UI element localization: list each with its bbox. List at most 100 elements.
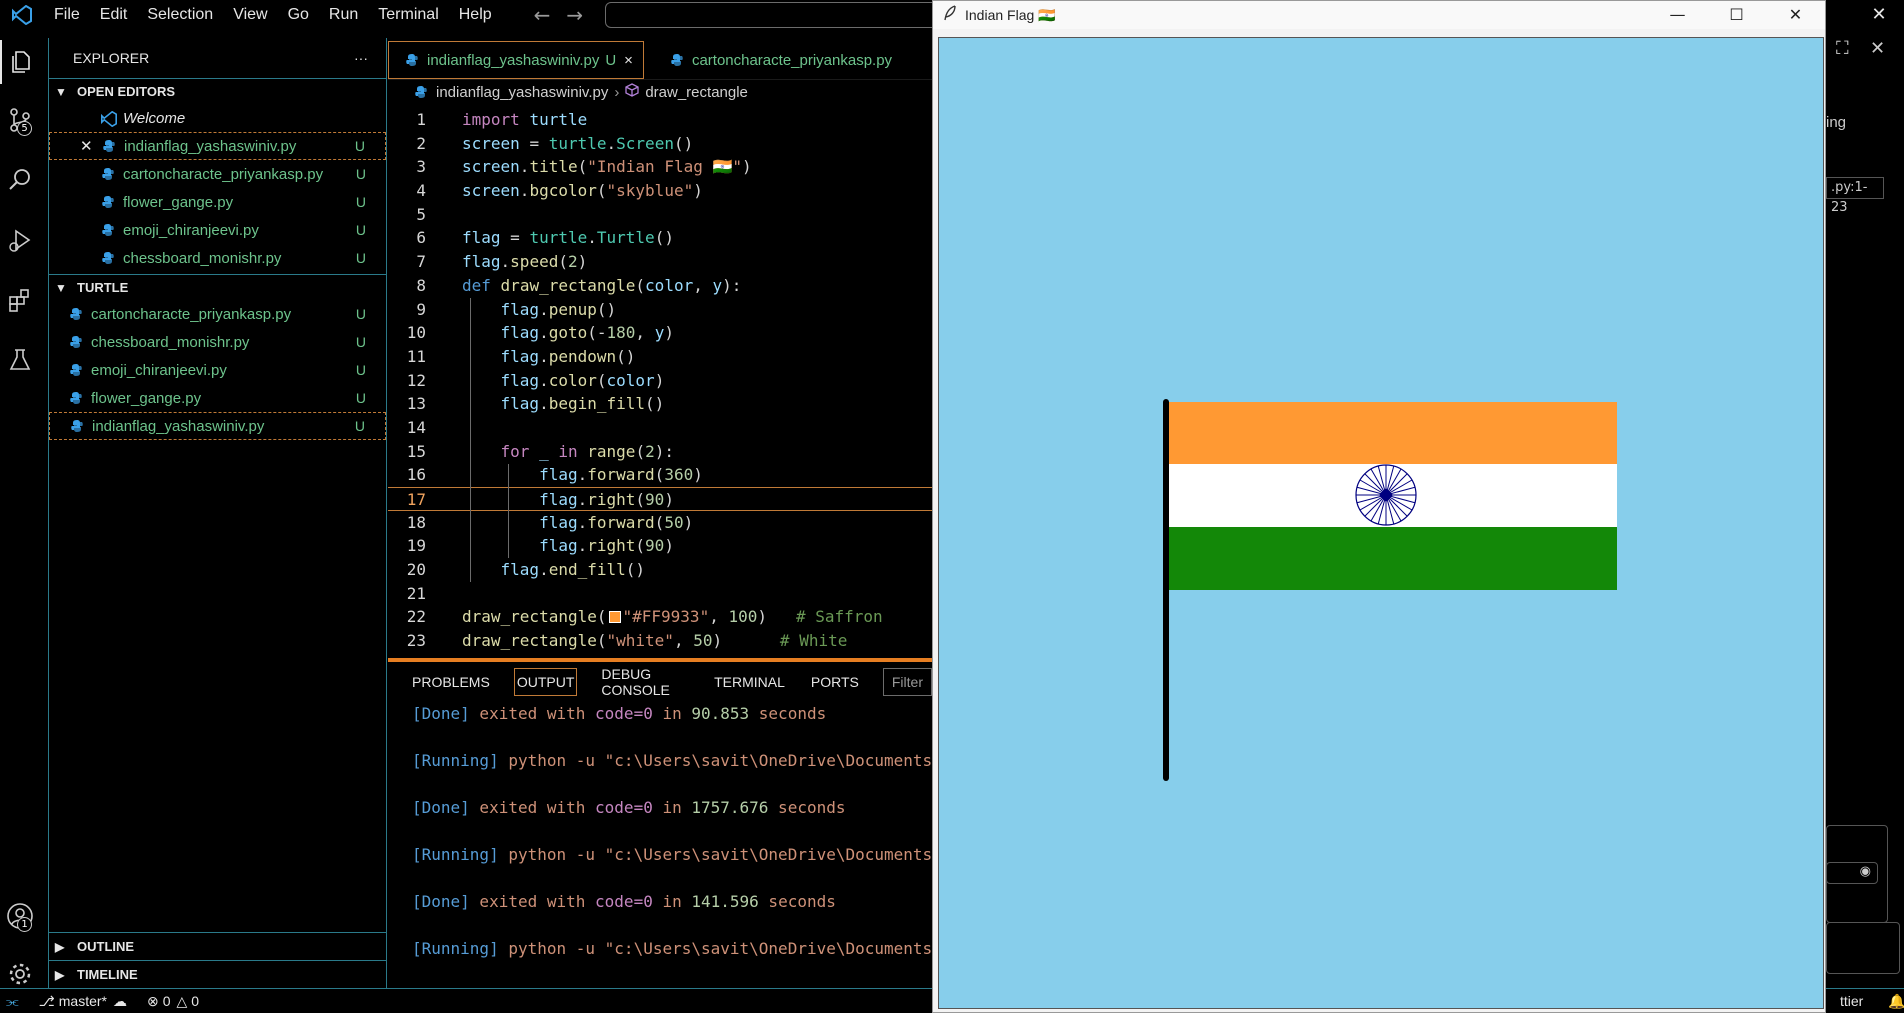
line-number: 23: [406, 631, 426, 651]
file-label: chessboard_monishr.py: [91, 333, 250, 351]
arrow-left-icon[interactable]: ←: [526, 0, 559, 30]
file-item[interactable]: cartoncharacte_priyankasp.py U: [49, 300, 386, 328]
maximize-icon[interactable]: ☐: [1707, 1, 1766, 29]
ashoka-chakra: [1355, 464, 1417, 526]
menu-terminal[interactable]: Terminal: [368, 0, 448, 30]
menu-go[interactable]: Go: [278, 0, 319, 30]
open-editor-item[interactable]: ✕ indianflag_yashaswiniv.py U: [49, 132, 386, 160]
code-line[interactable]: 5: [388, 203, 932, 227]
menu-file[interactable]: File: [44, 0, 90, 30]
tab-cartoncharacte[interactable]: cartoncharacte_priyankasp.py: [654, 41, 902, 79]
code-text: screen = turtle.Screen(): [462, 133, 694, 153]
code-line[interactable]: 6 flag = turtle.Turtle(): [388, 226, 932, 250]
flag-saffron-band: [1169, 402, 1617, 464]
menu-view[interactable]: View: [223, 0, 277, 30]
error-count[interactable]: 0: [163, 993, 171, 1009]
output-exit-code: code=0: [595, 704, 653, 723]
tab-terminal[interactable]: TERMINAL: [712, 669, 787, 695]
bell-icon[interactable]: 🔔: [1888, 993, 1904, 1010]
source-control-icon[interactable]: 5: [0, 98, 40, 142]
file-item[interactable]: emoji_chiranjeevi.py U: [49, 356, 386, 384]
file-item[interactable]: chessboard_monishr.py U: [49, 328, 386, 356]
tab-indianflag[interactable]: indianflag_yashaswiniv.py U ×: [388, 41, 644, 79]
open-editor-item[interactable]: chessboard_monishr.py U: [49, 244, 386, 272]
code-line[interactable]: 8 def draw_rectangle(color, y):: [388, 274, 932, 298]
output-command: python -u "c:\Users\savit\OneDrive\Docum…: [498, 939, 933, 958]
arrow-right-icon[interactable]: →: [558, 0, 591, 30]
folder-label: TURTLE: [77, 280, 129, 295]
close-icon[interactable]: ✕: [1870, 38, 1885, 59]
tab-debug-console[interactable]: DEBUG CONSOLE: [599, 661, 690, 703]
output-line: [Running] python -u "c:\Users\savit\OneD…: [388, 937, 932, 984]
file-item[interactable]: indianflag_yashaswiniv.py U: [49, 412, 386, 440]
code-line[interactable]: 21: [388, 582, 932, 606]
indent-guide: [508, 463, 509, 559]
file-label: indianflag_yashaswiniv.py: [92, 417, 265, 435]
outline-header[interactable]: ▶ OUTLINE: [49, 932, 386, 960]
status-right-text[interactable]: ttier: [1840, 993, 1863, 1009]
remote-icon[interactable]: ⫘: [6, 993, 19, 1010]
open-editor-label: indianflag_yashaswiniv.py: [124, 137, 297, 155]
minimize-icon[interactable]: —: [1648, 1, 1707, 29]
breadcrumb-symbol[interactable]: draw_rectangle: [645, 84, 748, 101]
menu-help[interactable]: Help: [449, 0, 502, 30]
menu-run[interactable]: Run: [319, 0, 368, 30]
output-command: python -u "c:\Users\savit\OneDrive\Docum…: [498, 845, 933, 864]
turtle-canvas[interactable]: [938, 37, 1824, 1009]
maximize-icon[interactable]: ⛶: [1836, 38, 1849, 59]
sync-icon[interactable]: ☁: [113, 993, 127, 1010]
search-icon[interactable]: [0, 158, 40, 202]
open-editors-header[interactable]: ▼ OPEN EDITORS: [49, 78, 386, 104]
close-icon[interactable]: ✕: [80, 137, 102, 155]
explorer-files-icon[interactable]: [0, 40, 40, 84]
breadcrumb-file[interactable]: indianflag_yashaswiniv.py: [436, 84, 608, 101]
file-item[interactable]: flower_gange.py U: [49, 384, 386, 412]
open-editor-item[interactable]: cartoncharacte_priyankasp.py U: [49, 160, 386, 188]
code-lines[interactable]: 1 import turtle 2 screen = turtle.Screen() 3…: [388, 108, 932, 653]
line-number: 1: [416, 110, 426, 129]
code-text: flag.right(90): [539, 536, 674, 556]
line-number: 15: [406, 441, 426, 461]
open-editor-item[interactable]: Welcome: [49, 104, 386, 132]
close-icon[interactable]: ✕: [1766, 1, 1825, 29]
close-window-icon[interactable]: ✕: [1854, 0, 1904, 30]
code-line[interactable]: 22 draw_rectangle("#FF9933", 100) # Saffr…: [388, 605, 932, 629]
right-panel-input[interactable]: [1826, 922, 1900, 974]
run-debug-icon[interactable]: [0, 218, 40, 262]
color-swatch[interactable]: [608, 611, 621, 624]
tab-output[interactable]: OUTPUT: [513, 668, 578, 696]
accounts-icon[interactable]: 1: [0, 894, 40, 938]
tab-problems[interactable]: PROBLEMS: [410, 669, 492, 695]
code-line[interactable]: 2 screen = turtle.Screen(): [388, 132, 932, 156]
code-line[interactable]: 4 screen.bgcolor("skyblue"): [388, 179, 932, 203]
timeline-label: TIMELINE: [77, 967, 138, 982]
eye-toggle[interactable]: ◉: [1826, 862, 1878, 884]
python-file-icon: [69, 391, 83, 405]
output-tag: [Running]: [412, 845, 499, 864]
code-line[interactable]: 7 flag.speed(2): [388, 250, 932, 274]
code-line[interactable]: 1 import turtle: [388, 108, 932, 132]
open-editor-item[interactable]: emoji_chiranjeevi.py U: [49, 216, 386, 244]
turtle-window-title: Indian Flag 🇮🇳: [965, 6, 1056, 23]
more-actions-icon[interactable]: ···: [354, 50, 368, 66]
code-line[interactable]: 23 draw_rectangle("white", 50) # White: [388, 629, 932, 653]
open-editor-item[interactable]: flower_gange.py U: [49, 188, 386, 216]
branch-name[interactable]: master*: [59, 993, 107, 1009]
code-text: flag.speed(2): [462, 252, 588, 272]
code-line[interactable]: 3 screen.title("Indian Flag 🇮🇳"): [388, 155, 932, 179]
testing-flask-icon[interactable]: [0, 338, 40, 382]
timeline-header[interactable]: ▶ TIMELINE: [49, 960, 386, 988]
close-tab-icon[interactable]: ×: [624, 52, 633, 69]
output-text: exited with: [469, 704, 596, 723]
extensions-icon[interactable]: [0, 278, 40, 322]
output-filter-input[interactable]: Filter: [882, 668, 932, 696]
menu-selection[interactable]: Selection: [137, 0, 223, 30]
line-number: 3: [416, 157, 426, 177]
right-panel-chip[interactable]: .py:1-23: [1826, 177, 1884, 215]
tab-ports[interactable]: PORTS: [809, 669, 861, 695]
folder-header[interactable]: ▼ TURTLE: [49, 274, 386, 300]
open-editor-label: cartoncharacte_priyankasp.py: [123, 165, 324, 183]
warning-count[interactable]: 0: [191, 993, 199, 1009]
menu-edit[interactable]: Edit: [90, 0, 138, 30]
line-number: 4: [416, 181, 426, 201]
